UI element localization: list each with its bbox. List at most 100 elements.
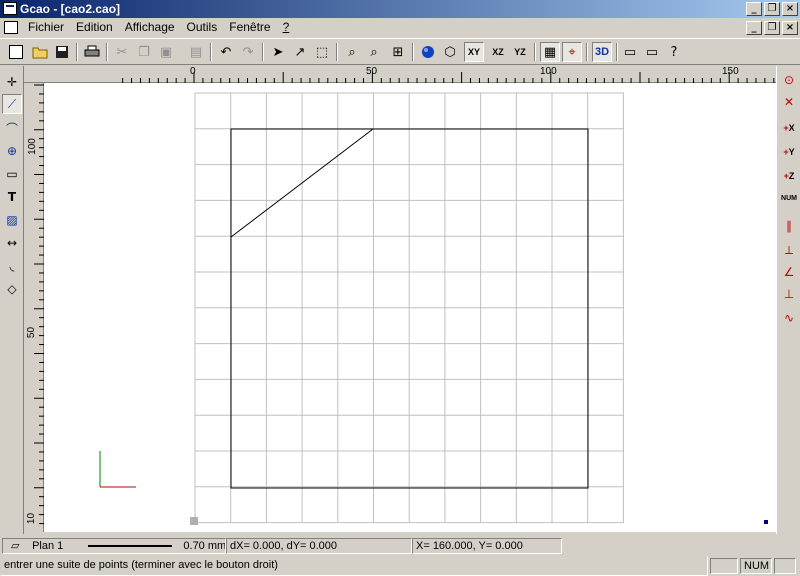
v-ruler-label: 100 (26, 138, 38, 155)
polyline-tool-icon[interactable]: ⟋ (2, 94, 22, 114)
origin-marker[interactable] (190, 517, 198, 525)
rel-x-label: X (788, 123, 795, 133)
dimension-tool-icon[interactable]: ↔ (2, 233, 22, 253)
zoom-window-icon[interactable]: ⌕ (342, 42, 362, 62)
app-icon[interactable] (3, 2, 17, 15)
zoom-dynamic-icon[interactable]: ⌕ (364, 42, 384, 62)
rel-z-icon[interactable]: + Z (779, 166, 799, 186)
circle-tool-icon[interactable]: ⊕ (2, 141, 22, 161)
arc-tool-icon[interactable]: ⌒ (2, 118, 22, 138)
main-toolbar: ✂ ❐ ▣ ▤ ↶ ↷ ➤ ↗ ⬚ ⌕ ⌕ ⊞ ⬡ XY XZ YZ ▦ ⌖ 3… (0, 38, 800, 65)
snap-intersection-icon[interactable]: ✕ (779, 92, 799, 112)
save-icon[interactable] (52, 42, 72, 62)
rel-z-label: Z (788, 171, 795, 181)
eraser-tool-icon[interactable]: ◇ (2, 279, 22, 299)
window-title: Gcao - [cao2.cao] (20, 2, 121, 16)
corner-marker (764, 520, 768, 524)
restore-button[interactable]: ❐ (764, 2, 780, 16)
menu-fichier[interactable]: Fichier (22, 18, 70, 37)
paste-icon[interactable]: ▣ (156, 42, 176, 62)
select-arrow-icon[interactable]: ➤ (268, 42, 288, 62)
select-window-icon[interactable]: ⬚ (312, 42, 332, 62)
rel-x-icon[interactable]: + X (779, 118, 799, 138)
status-bar-top: ▱ Plan 1 0.70 mm dX= 0.000, dY= 0.000 X=… (0, 537, 800, 555)
object-snap-icon[interactable]: ⌖ (562, 42, 582, 62)
rel-y-icon[interactable]: + Y (779, 142, 799, 162)
h-ruler-ticks (122, 72, 775, 83)
tangent-icon[interactable]: ∿ (779, 308, 799, 328)
rel-y-label: Y (788, 147, 795, 157)
document-icon[interactable] (4, 21, 18, 34)
zoom-all-icon[interactable]: ⊞ (388, 42, 408, 62)
menu-bar: Fichier Edition Affichage Outils Fenêtre… (0, 18, 800, 37)
vertical-ruler: 100 50 10 (24, 83, 44, 532)
menu-outils[interactable]: Outils (181, 18, 224, 37)
left-toolbar: ✛ ⟋ ⌒ ⊕ ▭ T ▨ ↔ ◟ ◇ (0, 66, 24, 534)
menu-fenetre[interactable]: Fenêtre (223, 18, 276, 37)
status-indicator-empty (710, 558, 738, 574)
properties-icon[interactable]: ▤ (186, 42, 206, 62)
doc-restore-button[interactable]: ❐ (764, 21, 780, 35)
grid-snap-icon[interactable]: ▦ (540, 42, 560, 62)
angle-icon[interactable]: ∠ (779, 262, 799, 282)
rectangle-tool-icon[interactable]: ▭ (2, 164, 22, 184)
drawing-svg (99, 92, 768, 525)
snap-endpoint-icon[interactable]: ⊙ (779, 70, 799, 90)
undo-icon[interactable]: ↶ (216, 42, 236, 62)
layer-selector[interactable]: ▱ Plan 1 0.70 mm (2, 538, 226, 554)
menu-affichage[interactable]: Affichage (119, 18, 181, 37)
3d-view-icon[interactable]: 3D (592, 42, 612, 62)
line-width-sample (88, 545, 173, 548)
rel-num-icon[interactable]: NUM (779, 188, 799, 208)
title-bar: Gcao - [cao2.cao] _ ❐ × (0, 0, 800, 18)
minimize-button[interactable]: _ (746, 2, 762, 16)
h-ruler-label: 100 (540, 66, 557, 77)
drawing-canvas[interactable] (44, 83, 776, 532)
render-sphere-icon[interactable] (418, 42, 438, 62)
menu-edition[interactable]: Edition (70, 18, 119, 37)
edit-node-icon[interactable]: ↗ (290, 42, 310, 62)
status-bar-bottom: entrer une suite de points (terminer ave… (0, 556, 800, 576)
coordinate-readout: X= 160.000, Y= 0.000 (412, 538, 562, 554)
hatch-tool-icon[interactable]: ▨ (2, 210, 22, 230)
redo-icon[interactable]: ↷ (238, 42, 258, 62)
3d-box-icon[interactable]: ⬡ (440, 42, 460, 62)
new-icon[interactable] (6, 42, 26, 62)
horizontal-ruler: 0 50 100 150 (24, 66, 776, 83)
frame-icon[interactable]: ▭ (620, 42, 640, 62)
num-indicator: NUM (740, 558, 772, 574)
menu-help[interactable]: ? (277, 18, 296, 37)
h-ruler-label: 150 (722, 66, 739, 77)
h-ruler-label: 0 (190, 66, 196, 77)
open-icon[interactable] (30, 42, 50, 62)
rel-num-label: NUM (781, 194, 797, 202)
frame-3d-icon[interactable]: ▭ (642, 42, 662, 62)
text-tool-icon[interactable]: T (2, 187, 22, 207)
cut-icon[interactable]: ✂ (112, 42, 132, 62)
status-indicator-empty (774, 558, 796, 574)
right-toolbar: ⊙ ✕ + X + Y + Z NUM ∥ ⟂ ∠ ⊥ ∿ (776, 66, 800, 534)
doc-minimize-button[interactable]: _ (746, 21, 762, 35)
print-icon[interactable] (82, 42, 102, 62)
perpendicular-icon[interactable]: ⟂ (779, 240, 799, 260)
line-width-value: 0.70 mm (183, 540, 226, 552)
view-yz-icon[interactable]: YZ (510, 42, 530, 62)
help-icon[interactable]: ? (664, 42, 684, 62)
view-xy-icon[interactable]: XY (464, 42, 484, 62)
delta-readout: dX= 0.000, dY= 0.000 (226, 538, 412, 554)
layer-icon: ▱ (11, 539, 20, 552)
grid (194, 92, 624, 524)
h-ruler-label: 50 (366, 66, 378, 77)
v-ruler-label: 10 (26, 512, 38, 525)
orthogonal-icon[interactable]: ⊥ (779, 284, 799, 304)
close-button[interactable]: × (782, 2, 798, 16)
doc-close-button[interactable]: × (782, 21, 798, 35)
point-tool-icon[interactable]: ✛ (2, 72, 22, 92)
plane-label: Plan 1 (32, 540, 64, 552)
view-xz-icon[interactable]: XZ (488, 42, 508, 62)
fillet-tool-icon[interactable]: ◟ (2, 256, 22, 276)
copy-icon[interactable]: ❐ (134, 42, 154, 62)
parallel-icon[interactable]: ∥ (779, 216, 799, 236)
v-ruler-label: 50 (26, 326, 38, 339)
prompt-text: entrer une suite de points (terminer ave… (0, 556, 708, 576)
